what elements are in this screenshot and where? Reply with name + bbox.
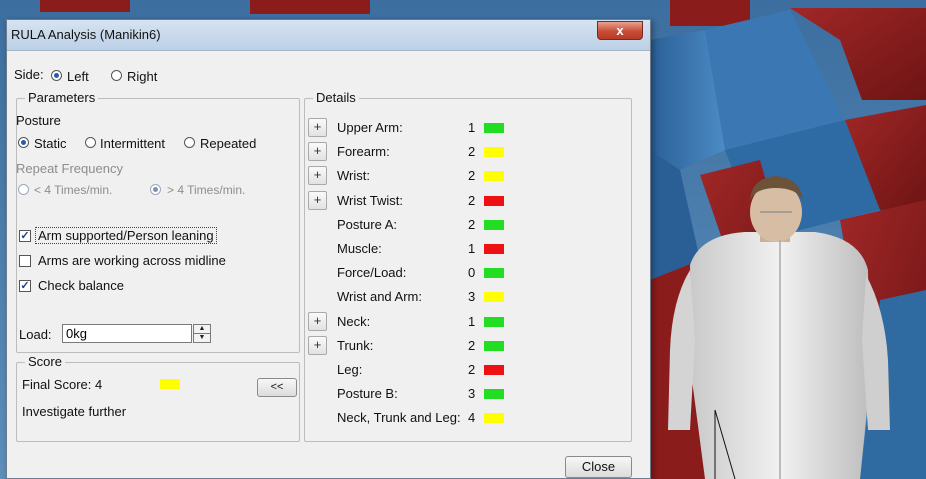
posture-repeated-label[interactable]: Repeated [200, 136, 256, 151]
detail-row-value: 3 [468, 386, 476, 401]
load-label: Load: [19, 327, 52, 342]
repeat-frequency-label: Repeat Frequency [16, 161, 123, 176]
detail-row-label: Upper Arm: [337, 120, 403, 135]
posture-static-radio[interactable] [18, 137, 29, 148]
detail-row-color-swatch [484, 389, 504, 399]
score-group: Score [16, 354, 300, 442]
detail-row-color-swatch [484, 292, 504, 302]
detail-row-label: Neck: [337, 314, 371, 329]
repeat-under4-label[interactable]: < 4 Times/min. [34, 183, 112, 197]
spinner-up-icon[interactable]: ▲ [194, 325, 210, 334]
expand-row-button[interactable]: + [308, 166, 327, 185]
load-spinner[interactable]: ▲ ▼ [193, 324, 211, 343]
score-legend: Score [25, 354, 65, 369]
posture-repeated-radio[interactable] [184, 137, 195, 148]
detail-row-value: 0 [468, 265, 476, 280]
title-close-button[interactable]: x [597, 21, 643, 40]
repeat-over4-label[interactable]: > 4 Times/min. [167, 183, 245, 197]
repeat-over4-radio[interactable] [150, 184, 161, 195]
detail-row-color-swatch [484, 196, 504, 206]
detail-row-value: 2 [468, 217, 476, 232]
final-score-color-swatch [160, 379, 180, 389]
final-score-label: Final Score: 4 [22, 377, 103, 392]
detail-row-color-swatch [484, 317, 504, 327]
detail-row-value: 3 [468, 289, 476, 304]
detail-row-value: 1 [468, 241, 476, 256]
arms-midline-checkbox[interactable] [19, 255, 31, 267]
posture-static-label[interactable]: Static [34, 136, 67, 151]
rula-analysis-dialog: RULA Analysis (Manikin6) x Side: Left Ri… [6, 19, 651, 479]
spinner-down-icon[interactable]: ▼ [194, 334, 210, 342]
detail-row-label: Posture B: [337, 386, 398, 401]
detail-row-value: 2 [468, 338, 476, 353]
collapse-details-button[interactable]: << [257, 378, 297, 397]
detail-row-value: 1 [468, 120, 476, 135]
detail-row-color-swatch [484, 171, 504, 181]
detail-row-label: Neck, Trunk and Leg: [337, 410, 461, 425]
detail-row-label: Muscle: [337, 241, 382, 256]
side-left-label[interactable]: Left [67, 69, 89, 84]
arms-midline-label[interactable]: Arms are working across midline [38, 253, 226, 268]
detail-row-color-swatch [484, 268, 504, 278]
posture-intermittent-label[interactable]: Intermittent [100, 136, 165, 151]
detail-row-color-swatch [484, 123, 504, 133]
detail-row-color-swatch [484, 365, 504, 375]
load-input[interactable] [62, 324, 192, 343]
detail-row-value: 1 [468, 314, 476, 329]
posture-label: Posture [16, 113, 61, 128]
expand-row-button[interactable]: + [308, 118, 327, 137]
detail-row-label: Wrist Twist: [337, 193, 403, 208]
detail-row-color-swatch [484, 220, 504, 230]
detail-row-label: Leg: [337, 362, 363, 377]
dialog-titlebar[interactable]: RULA Analysis (Manikin6) x [7, 20, 650, 51]
detail-row-value: 2 [468, 193, 476, 208]
side-left-radio[interactable] [51, 70, 62, 81]
detail-row-value: 2 [468, 144, 476, 159]
detail-row-label: Wrist and Arm: [337, 289, 423, 304]
detail-row-value: 2 [468, 168, 476, 183]
score-status-text: Investigate further [22, 404, 127, 419]
detail-row-color-swatch [484, 147, 504, 157]
detail-row-color-swatch [484, 244, 504, 254]
details-legend: Details [313, 90, 359, 105]
detail-row-color-swatch [484, 413, 504, 423]
expand-row-button[interactable]: + [308, 191, 327, 210]
arm-supported-label[interactable]: Arm supported/Person leaning [35, 227, 217, 244]
close-button[interactable]: Close [565, 456, 632, 478]
detail-row-value: 4 [468, 410, 476, 425]
detail-row-label: Wrist: [337, 168, 370, 183]
side-label: Side: [14, 67, 44, 82]
posture-intermittent-radio[interactable] [85, 137, 96, 148]
detail-row-label: Trunk: [337, 338, 374, 353]
dialog-title: RULA Analysis (Manikin6) [11, 27, 161, 42]
detail-row-label: Forearm: [337, 144, 390, 159]
side-right-radio[interactable] [111, 70, 122, 81]
detail-row-value: 2 [468, 362, 476, 377]
expand-row-button[interactable]: + [308, 336, 327, 355]
side-right-label[interactable]: Right [127, 69, 157, 84]
expand-row-button[interactable]: + [308, 312, 327, 331]
expand-row-button[interactable]: + [308, 142, 327, 161]
detail-row-label: Posture A: [337, 217, 397, 232]
check-balance-label[interactable]: Check balance [38, 278, 124, 293]
detail-row-color-swatch [484, 341, 504, 351]
parameters-legend: Parameters [25, 90, 99, 105]
arm-supported-checkbox[interactable]: ✓ [19, 230, 31, 242]
check-balance-checkbox[interactable]: ✓ [19, 280, 31, 292]
detail-row-label: Force/Load: [337, 265, 407, 280]
repeat-under4-radio[interactable] [18, 184, 29, 195]
